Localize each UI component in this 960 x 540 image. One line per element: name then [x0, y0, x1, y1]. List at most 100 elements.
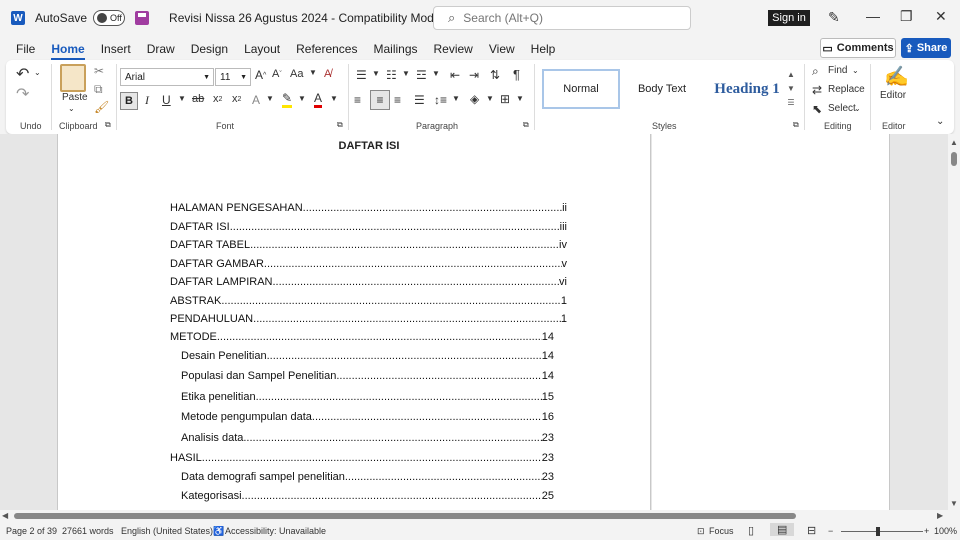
- toc-entry[interactable]: DAFTAR TABEL iv: [170, 237, 567, 251]
- clear-formatting-icon[interactable]: A̸: [324, 68, 331, 80]
- chevron-down-icon[interactable]: ▼: [786, 82, 796, 96]
- font-size-select[interactable]: 11 ▼: [215, 68, 251, 86]
- read-mode-icon[interactable]: ▯: [748, 524, 754, 537]
- toc-entry[interactable]: Etika penelitian 15: [181, 389, 554, 403]
- borders-icon[interactable]: ⊞: [500, 92, 510, 106]
- toc-entry[interactable]: ABSTRAK 1: [170, 293, 567, 307]
- scroll-right-icon[interactable]: ▶: [937, 511, 943, 520]
- toc-entry[interactable]: Analisis data 23: [181, 430, 554, 444]
- find-icon[interactable]: ⌕: [812, 64, 819, 79]
- toc-entry[interactable]: Desain Penelitian 14: [181, 348, 554, 362]
- paragraph-launcher-icon[interactable]: ⧉: [523, 120, 529, 130]
- tab-review[interactable]: Review: [426, 42, 481, 60]
- zoom-in-icon[interactable]: +: [924, 526, 929, 536]
- align-right-icon[interactable]: ≡: [394, 93, 401, 107]
- chevron-down-icon[interactable]: ▼: [516, 94, 524, 103]
- select-icon[interactable]: ⬉: [812, 102, 822, 116]
- chevron-down-icon[interactable]: ▼: [452, 94, 460, 103]
- horizontal-scrollbar[interactable]: ◀ ▶: [0, 510, 960, 522]
- scroll-down-icon[interactable]: ▼: [950, 499, 958, 508]
- shading-icon[interactable]: ◈: [470, 92, 479, 106]
- chevron-up-icon[interactable]: ▲: [786, 68, 796, 82]
- comments-button[interactable]: ▭ Comments: [820, 38, 896, 58]
- save-icon[interactable]: [135, 11, 150, 25]
- font-launcher-icon[interactable]: ⧉: [337, 120, 343, 130]
- toc-entry[interactable]: Kategorisasi 25: [181, 488, 554, 502]
- toc-entry[interactable]: HALAMAN PENGESAHAN ii: [170, 200, 567, 214]
- underline-button[interactable]: U: [162, 93, 171, 107]
- close-icon[interactable]: ✕: [935, 8, 947, 25]
- toc-entry[interactable]: Metode pengumpulan data 16: [181, 409, 554, 423]
- find-button[interactable]: Find: [828, 65, 847, 76]
- paste-label[interactable]: Paste: [62, 92, 88, 103]
- chevron-down-icon[interactable]: ▼: [486, 94, 494, 103]
- tab-references[interactable]: References: [288, 42, 365, 60]
- scroll-up-icon[interactable]: ▲: [950, 138, 958, 147]
- clipboard-launcher-icon[interactable]: ⧉: [105, 120, 111, 130]
- scroll-left-icon[interactable]: ◀: [2, 511, 8, 520]
- bullets-icon[interactable]: ☰: [356, 68, 367, 82]
- paste-dropdown-icon[interactable]: ⌄: [68, 104, 75, 113]
- search-input[interactable]: [463, 11, 664, 25]
- toc-entry[interactable]: Populasi dan Sampel Penelitian 14: [181, 368, 554, 382]
- toc-entry[interactable]: Data demografi sampel penelitian 23: [181, 469, 554, 483]
- toc-entry[interactable]: DAFTAR GAMBAR v: [170, 256, 567, 270]
- line-spacing-icon[interactable]: ↕≡: [434, 93, 447, 107]
- chevron-down-icon[interactable]: ▼: [309, 68, 317, 77]
- tab-view[interactable]: View: [481, 42, 523, 60]
- editor-button[interactable]: Editor: [880, 90, 906, 101]
- vertical-scroll-thumb[interactable]: [951, 152, 957, 166]
- toc-entry[interactable]: METODE 14: [170, 329, 554, 343]
- vertical-scrollbar[interactable]: ▲ ▼: [948, 134, 960, 510]
- chevron-down-icon[interactable]: ▼: [298, 94, 306, 103]
- tab-home[interactable]: Home: [43, 42, 92, 60]
- superscript-button[interactable]: x2: [232, 93, 241, 105]
- zoom-out-icon[interactable]: −: [828, 526, 833, 536]
- zoom-slider[interactable]: [841, 531, 923, 532]
- align-left-icon[interactable]: ≡: [354, 93, 361, 107]
- shrink-font-icon[interactable]: Aˇ: [272, 68, 282, 80]
- restore-icon[interactable]: ❐: [900, 8, 913, 25]
- text-effects-icon[interactable]: A: [252, 93, 260, 107]
- toc-entry[interactable]: DAFTAR LAMPIRAN vi: [170, 274, 567, 288]
- chevron-down-icon[interactable]: ▼: [432, 69, 440, 78]
- subscript-button[interactable]: x2: [213, 93, 222, 105]
- tab-mailings[interactable]: Mailings: [365, 42, 425, 60]
- toc-entry[interactable]: PENDAHULUAN 1: [170, 311, 567, 325]
- toc-entry[interactable]: DAFTAR ISI iii: [170, 219, 567, 233]
- multilevel-list-icon[interactable]: ☲: [416, 68, 427, 82]
- search-box[interactable]: ⌕: [433, 6, 691, 30]
- share-button[interactable]: ⇪ Share: [901, 38, 951, 58]
- chevron-down-icon[interactable]: ▼: [402, 69, 410, 78]
- accessibility-status[interactable]: Accessibility: Unavailable: [225, 526, 326, 536]
- strikethrough-button[interactable]: ab: [192, 93, 204, 105]
- collapse-ribbon-icon[interactable]: ⌄: [936, 116, 944, 127]
- highlight-icon[interactable]: ✎: [282, 91, 293, 108]
- more-styles-icon[interactable]: ☰: [786, 96, 796, 110]
- format-painter-icon[interactable]: 🖌: [94, 100, 109, 114]
- chevron-down-icon[interactable]: ⌄: [854, 104, 861, 113]
- word-count[interactable]: 27661 words: [62, 526, 114, 536]
- undo-dropdown-icon[interactable]: ⌄: [34, 68, 41, 77]
- editor-icon[interactable]: ✍: [884, 64, 909, 89]
- zoom-slider-thumb[interactable]: [876, 527, 880, 536]
- replace-icon[interactable]: ⇄: [812, 83, 822, 97]
- sort-icon[interactable]: ⇅: [490, 68, 500, 82]
- copy-icon[interactable]: ⧉: [94, 82, 103, 97]
- toc-entry[interactable]: HASIL 23: [170, 450, 554, 464]
- numbering-icon[interactable]: ☷: [386, 68, 397, 82]
- page-count[interactable]: Page 2 of 39: [6, 526, 57, 536]
- minimize-icon[interactable]: —: [866, 8, 880, 24]
- grow-font-icon[interactable]: A ^: [255, 68, 266, 82]
- pen-icon[interactable]: ✎: [828, 9, 840, 26]
- chevron-down-icon[interactable]: ▼: [330, 94, 338, 103]
- cut-icon[interactable]: ✂: [94, 64, 104, 78]
- justify-icon[interactable]: ☰: [414, 93, 425, 107]
- horizontal-scroll-thumb[interactable]: [14, 513, 796, 519]
- sign-in-button[interactable]: Sign in: [768, 10, 810, 26]
- style-body-text[interactable]: Body Text: [626, 69, 698, 109]
- chevron-down-icon[interactable]: ▼: [178, 94, 186, 103]
- change-case-icon[interactable]: Aa: [290, 68, 303, 80]
- show-marks-icon[interactable]: ¶: [513, 67, 520, 82]
- tab-design[interactable]: Design: [183, 42, 236, 60]
